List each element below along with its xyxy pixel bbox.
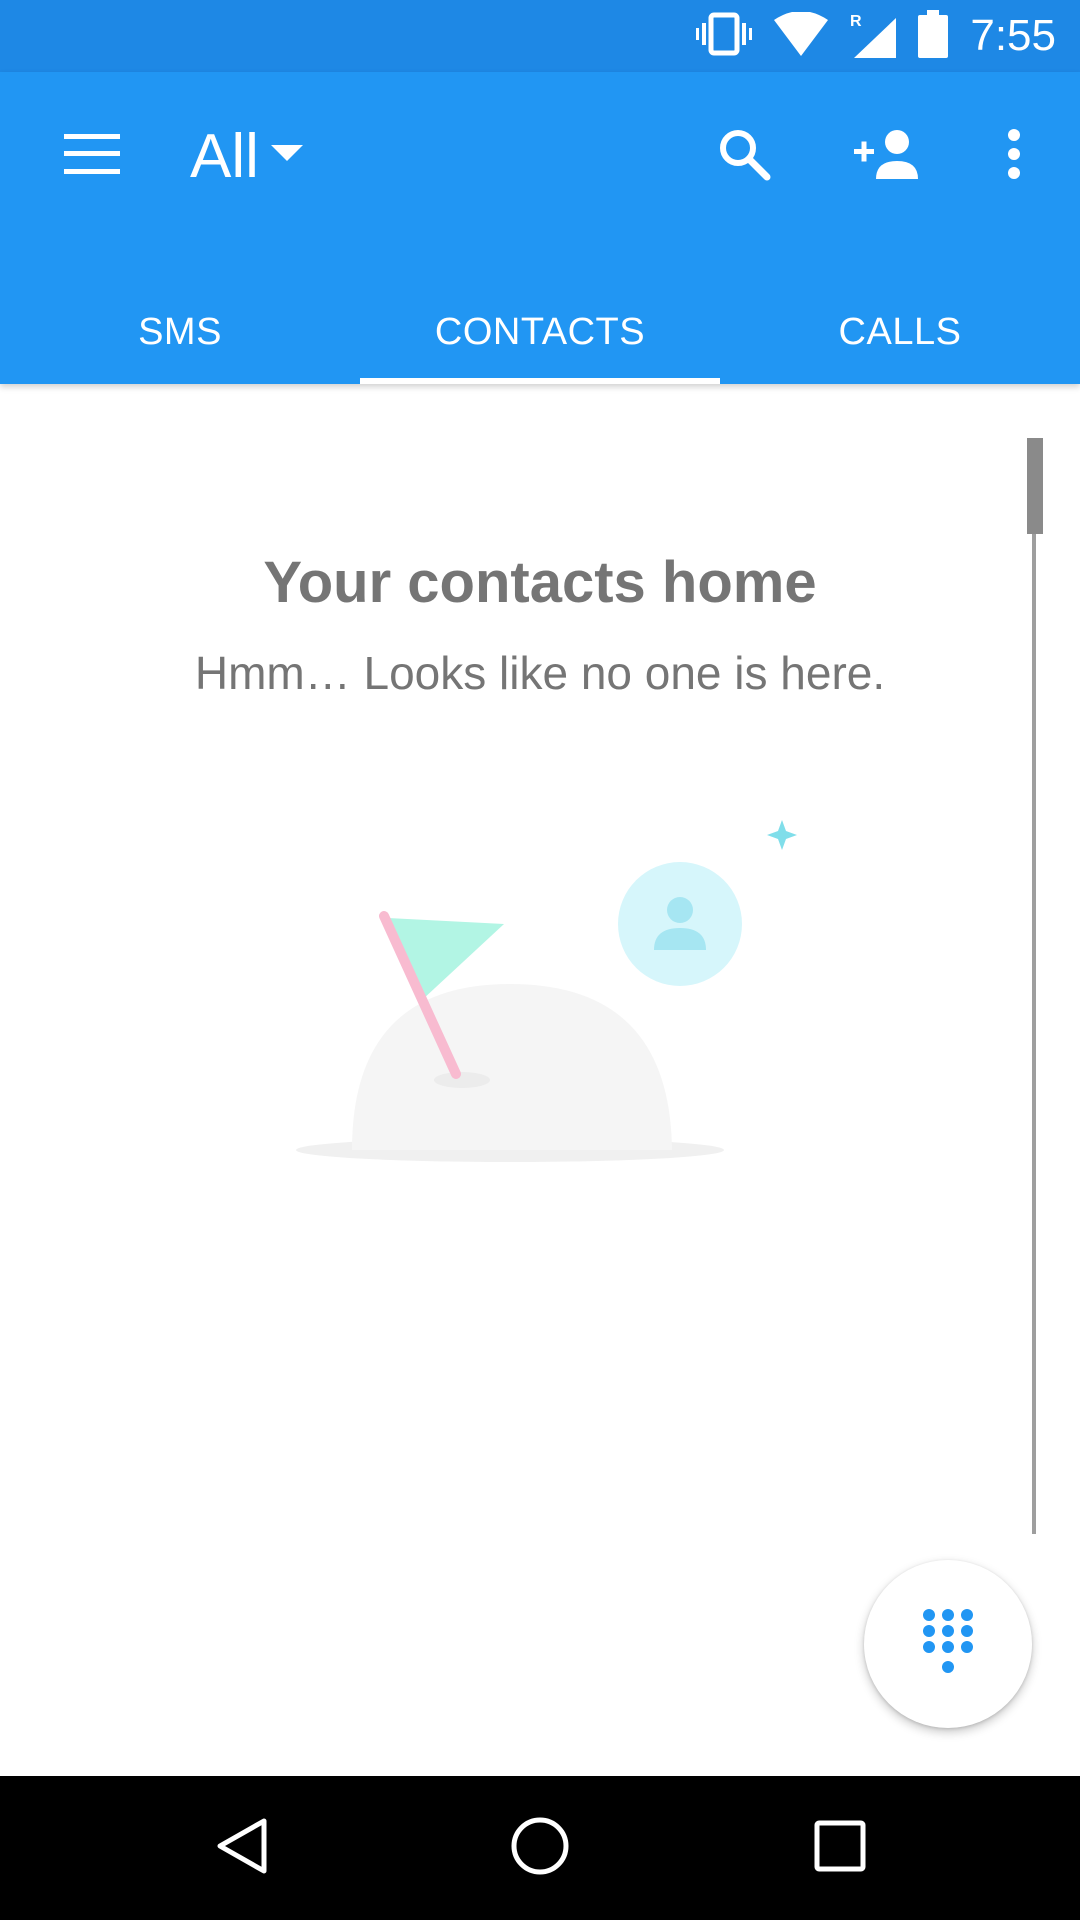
nav-home-button[interactable] xyxy=(490,1808,590,1888)
add-contact-icon xyxy=(854,129,922,184)
search-button[interactable] xyxy=(702,116,786,196)
more-options-button[interactable] xyxy=(972,116,1056,196)
hill-shape xyxy=(352,984,672,1150)
status-bar: R 7:55 xyxy=(0,0,1080,72)
sparkle-shape xyxy=(767,820,797,850)
filter-label: All xyxy=(190,121,259,191)
tab-label: SMS xyxy=(138,310,222,353)
dialpad-fab[interactable] xyxy=(864,1560,1032,1728)
status-icons: R 7:55 xyxy=(696,0,1056,72)
tab-bar: SMS CONTACTS CALLS xyxy=(0,280,1080,384)
tab-label: CALLS xyxy=(838,310,962,353)
toolbar: All xyxy=(0,72,1080,238)
scrollbar-track xyxy=(1032,438,1036,1534)
nav-recents-button[interactable] xyxy=(790,1808,890,1888)
dialpad-icon xyxy=(922,1608,974,1681)
empty-state-title: Your contacts home xyxy=(263,550,817,615)
tab-contacts[interactable]: CONTACTS xyxy=(360,280,720,384)
hamburger-menu-icon xyxy=(64,133,120,179)
app-bar: All SMS CONTACTS CALLS xyxy=(0,72,1080,384)
add-contact-button[interactable] xyxy=(846,116,930,196)
signal-roaming-icon: R xyxy=(850,10,897,63)
empty-state-subtitle: Hmm… Looks like no one is here. xyxy=(194,647,886,699)
status-time: 7:55 xyxy=(970,11,1056,60)
svg-text:R: R xyxy=(850,13,862,30)
tab-label: CONTACTS xyxy=(434,310,646,353)
nav-back-button[interactable] xyxy=(191,1808,291,1888)
filter-dropdown[interactable]: All xyxy=(190,116,303,196)
dropdown-arrow-icon xyxy=(270,144,303,168)
back-icon xyxy=(214,1817,268,1880)
recents-icon xyxy=(814,1820,866,1877)
tab-sms[interactable]: SMS xyxy=(0,280,360,384)
home-icon xyxy=(510,1816,570,1881)
vibrate-icon xyxy=(696,12,753,61)
battery-icon xyxy=(918,9,949,63)
menu-button[interactable] xyxy=(50,120,134,192)
avatar-head xyxy=(667,897,693,923)
avatar-bubble xyxy=(618,862,742,986)
flag-hole xyxy=(434,1072,490,1088)
wifi-icon xyxy=(774,10,829,61)
system-nav-bar xyxy=(0,1776,1080,1920)
search-icon xyxy=(717,127,771,186)
more-vert-icon xyxy=(1006,128,1022,185)
empty-state-illustration xyxy=(290,820,810,1190)
tab-calls[interactable]: CALLS xyxy=(720,280,1080,384)
scrollbar-thumb[interactable] xyxy=(1027,438,1043,534)
selected-tab-indicator xyxy=(360,378,720,384)
